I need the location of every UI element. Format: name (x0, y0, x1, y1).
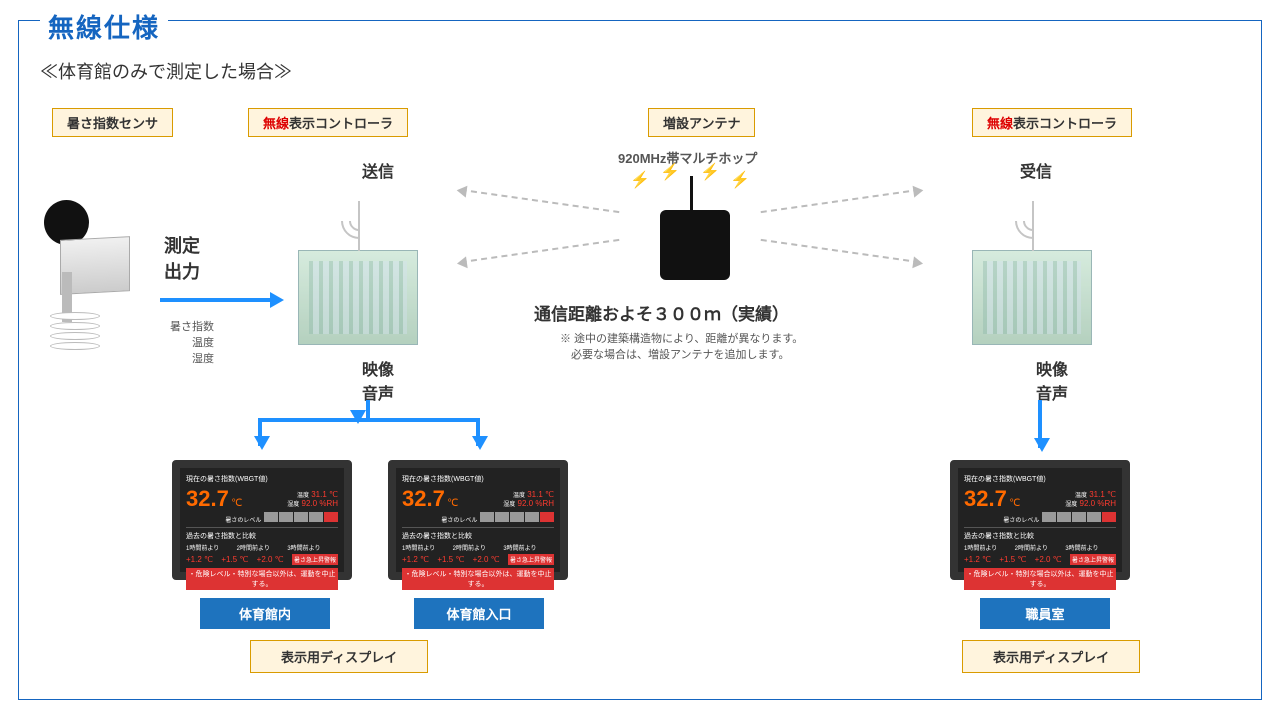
label-controller-tx: 無線表示コントローラ (248, 108, 408, 137)
label-antenna: 増設アンテナ (648, 108, 755, 137)
antenna-freq: 920MHz帯マルチホップ (618, 148, 757, 167)
distance-note1: ※ 途中の建築構造物により、距離が異なります。 (560, 330, 803, 346)
rx-label: 受信 (1020, 158, 1052, 182)
sensor-device-icon (34, 200, 154, 360)
arrow-to-display2 (476, 418, 480, 446)
controller-tx-icon (298, 250, 418, 345)
label-controller-rx: 無線表示コントローラ (972, 108, 1132, 137)
arrow-measure (160, 298, 280, 302)
loc-gym-entrance: 体育館入口 (414, 598, 544, 629)
wireless-prefix: 無線 (263, 116, 289, 131)
metrics-label: 暑さ指数 温度 湿度 (170, 318, 214, 366)
arrow-to-display3 (1038, 400, 1042, 448)
av-label-tx: 映像 音声 (362, 356, 394, 404)
antenna-device-icon (660, 210, 730, 280)
section-subtitle: ≪体育館のみで測定した場合≫ (40, 58, 292, 84)
arrow-to-display1 (258, 418, 262, 446)
distance-heading: 通信距離およそ３００ｍ（実績） (534, 300, 789, 325)
display-gym-entrance: 現在の暑さ指数(WBGT値) 32.7 ℃ 温度 31.1 ℃湿度 92.0 %… (388, 460, 568, 580)
loc-staff-room: 職員室 (980, 598, 1110, 629)
av-label-rx: 映像 音声 (1036, 356, 1068, 404)
section-title: 無線仕様 (40, 8, 168, 45)
controller-rx-icon (972, 250, 1092, 345)
tx-label: 送信 (362, 158, 394, 182)
display-gym-inside: 現在の暑さ指数(WBGT値) 32.7 ℃ 温度 31.1 ℃湿度 92.0 %… (172, 460, 352, 580)
label-sensor: 暑さ指数センサ (52, 108, 173, 137)
wireless-prefix: 無線 (987, 116, 1013, 131)
distance-note2: 必要な場合は、増設アンテナを追加します。 (560, 346, 789, 362)
label-display-right: 表示用ディスプレイ (962, 640, 1140, 673)
loc-gym-inside: 体育館内 (200, 598, 330, 629)
label-display-left: 表示用ディスプレイ (250, 640, 428, 673)
display-staff-room: 現在の暑さ指数(WBGT値) 32.7 ℃ 温度 31.1 ℃湿度 92.0 %… (950, 460, 1130, 580)
measure-label: 測定 出力 (164, 232, 200, 284)
